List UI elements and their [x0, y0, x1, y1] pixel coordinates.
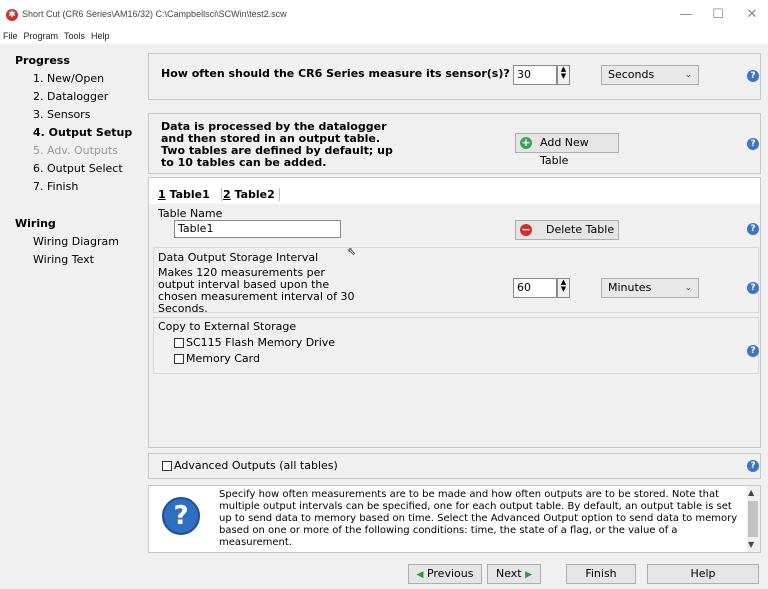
window-title: Short Cut (CR6 Series\AM16/32) C:\Campbe…: [22, 9, 287, 19]
measure-panel: How often should the CR6 Series measure …: [148, 53, 761, 100]
progress-heading: Progress: [15, 54, 70, 67]
previous-button[interactable]: ◀ Previous: [408, 564, 482, 584]
help-icon[interactable]: ?: [747, 282, 759, 294]
help-icon[interactable]: ?: [747, 460, 759, 472]
interval-label: Data Output Storage Interval: [158, 251, 319, 264]
add-new-table-button[interactable]: + Add New Table: [515, 133, 619, 167]
sidebar: Progress 1. New/Open 2. Datalogger 3. Se…: [0, 44, 142, 589]
finish-label: Finish: [585, 567, 617, 580]
output-interval-input[interactable]: 60: [513, 278, 557, 298]
storage-label: Copy to External Storage: [158, 320, 297, 333]
minimize-button[interactable]: —: [672, 4, 700, 26]
chevron-down-icon: ⌄: [684, 283, 692, 293]
help-icon[interactable]: ?: [747, 70, 759, 82]
scroll-thumb[interactable]: [748, 501, 758, 537]
tables-info-panel: Data is processed by the datalogger and …: [148, 113, 761, 174]
sidebar-item-wiring-text[interactable]: Wiring Text: [33, 253, 94, 266]
sidebar-item-datalogger[interactable]: 2. Datalogger: [33, 90, 108, 103]
measure-interval-spinner[interactable]: ▲ ▼: [557, 65, 570, 85]
scroll-up-icon[interactable]: ▲: [748, 488, 754, 497]
tab-table2-label: Table2: [234, 188, 275, 201]
next-button[interactable]: Next ▶: [487, 564, 541, 584]
question-icon: ?: [162, 497, 200, 535]
next-label: Next: [495, 567, 522, 580]
help-button[interactable]: Help: [647, 564, 759, 584]
minus-icon: −: [520, 223, 532, 236]
chevron-down-icon: ⌄: [684, 70, 692, 80]
table-name-input[interactable]: Table1: [174, 220, 341, 238]
sidebar-item-sensors[interactable]: 3. Sensors: [33, 108, 90, 121]
output-unit-select[interactable]: Minutes ⌄: [601, 278, 699, 298]
advanced-outputs-checkbox[interactable]: [162, 461, 172, 471]
help-icon[interactable]: ?: [747, 223, 759, 235]
tab-table2[interactable]: 2 Table2: [223, 188, 275, 201]
tab-divider: [221, 188, 222, 201]
sc115-checkbox[interactable]: [174, 338, 184, 348]
sidebar-item-finish[interactable]: 7. Finish: [33, 180, 78, 193]
memory-card-checkbox[interactable]: [174, 354, 184, 364]
measure-unit-value: Seconds: [608, 68, 655, 81]
plus-icon: +: [520, 136, 532, 149]
add-new-table-label: Add New Table: [540, 136, 589, 167]
sidebar-item-output-select[interactable]: 6. Output Select: [33, 162, 123, 175]
wiring-heading: Wiring: [15, 217, 56, 230]
delete-table-button[interactable]: − Delete Table: [515, 220, 619, 240]
delete-table-label: Delete Table: [546, 223, 615, 236]
close-button[interactable]: ✕: [738, 4, 766, 26]
measure-interval-input[interactable]: 30: [513, 65, 557, 85]
sidebar-item-adv-outputs: 5. Adv. Outputs: [33, 144, 118, 157]
output-interval-spinner[interactable]: ▲ ▼: [557, 278, 570, 298]
arrow-left-icon: ◀: [416, 570, 424, 580]
finish-button[interactable]: Finish: [566, 564, 636, 584]
memory-card-label: Memory Card: [186, 352, 260, 365]
advanced-panel: Advanced Outputs (all tables) ?: [148, 453, 761, 479]
advanced-outputs-label: Advanced Outputs (all tables): [174, 459, 338, 472]
sc115-label: SC115 Flash Memory Drive: [186, 336, 336, 349]
tab-table1[interactable]: 1 Table1: [158, 188, 210, 201]
tab-table1-label: Table1: [169, 188, 210, 201]
output-unit-value: Minutes: [608, 281, 652, 294]
help-icon[interactable]: ?: [747, 345, 759, 357]
scroll-down-icon[interactable]: ▼: [748, 540, 754, 549]
app-icon: ✱: [6, 9, 18, 21]
help-description: Specify how often measurements are to be…: [219, 489, 738, 548]
menu-bar: File Program Tools Help: [0, 30, 768, 44]
help-scrollbar[interactable]: ▲ ▼: [747, 486, 760, 552]
tab-table2-number: 2: [223, 188, 231, 201]
menu-file[interactable]: File: [3, 31, 18, 41]
table-tabs-panel: 1 Table1 2 Table2 Table Name Table1 − De…: [148, 177, 761, 448]
menu-program[interactable]: Program: [24, 31, 59, 41]
interval-text: Makes 120 measurements per output interv…: [158, 266, 355, 315]
arrow-right-icon: ▶: [525, 570, 533, 580]
active-tab-indicator: [157, 203, 217, 205]
previous-label: Previous: [426, 567, 474, 580]
maximize-button[interactable]: ☐: [704, 4, 732, 26]
table-name-label: Table Name: [158, 207, 223, 220]
sidebar-item-new-open[interactable]: 1. New/Open: [33, 72, 104, 85]
tab-divider: [279, 188, 280, 201]
tables-info-text: Data is processed by the datalogger and …: [161, 120, 393, 169]
help-box: ? Specify how often measurements are to …: [148, 485, 761, 553]
sidebar-item-wiring-diagram[interactable]: Wiring Diagram: [33, 235, 119, 248]
tab-table1-number: 1: [158, 188, 166, 201]
help-icon[interactable]: ?: [747, 138, 759, 150]
sidebar-item-output-setup[interactable]: 4. Output Setup: [33, 126, 132, 139]
menu-help[interactable]: Help: [91, 31, 110, 41]
help-label: Help: [690, 567, 716, 580]
measure-unit-select[interactable]: Seconds ⌄: [601, 65, 699, 85]
measure-question: How often should the CR6 Series measure …: [161, 67, 510, 80]
title-bar: ✱ Short Cut (CR6 Series\AM16/32) C:\Camp…: [0, 0, 768, 30]
menu-tools[interactable]: Tools: [64, 31, 85, 41]
